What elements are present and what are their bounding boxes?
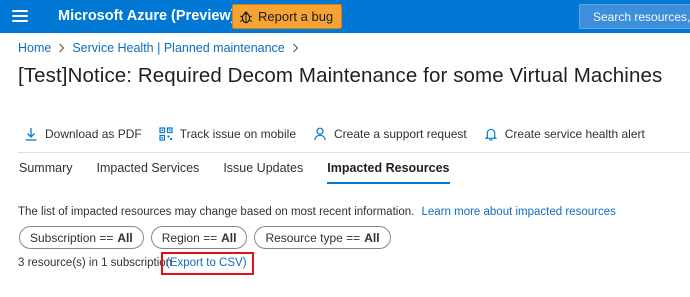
qr-code-icon — [159, 127, 173, 141]
download-icon — [25, 128, 37, 141]
learn-more-link[interactable]: Learn more about impacted resources — [422, 206, 616, 218]
top-bar: Microsoft Azure (Preview) Report a bug — [0, 0, 690, 33]
download-pdf-label: Download as PDF — [45, 127, 142, 141]
health-alert-label: Create service health alert — [504, 127, 645, 141]
track-mobile-button[interactable]: Track issue on mobile — [159, 127, 296, 141]
command-bar: Download as PDF Track issue on mobile Cr… — [24, 127, 662, 141]
filter-resource-type-label: Resource type == — [265, 230, 361, 245]
filter-region-label: Region == — [161, 230, 218, 245]
search-input[interactable] — [593, 9, 690, 24]
filter-pills: Subscription == All Region == All Resour… — [19, 226, 391, 249]
tab-bar: Summary Impacted Services Issue Updates … — [19, 161, 474, 184]
tab-impacted-resources[interactable]: Impacted Resources — [327, 161, 450, 184]
breadcrumb-home[interactable]: Home — [18, 41, 51, 55]
tabs-divider — [18, 152, 690, 153]
global-search[interactable] — [579, 4, 690, 29]
person-icon — [314, 127, 326, 141]
report-bug-button[interactable]: Report a bug — [232, 4, 343, 29]
breadcrumb: Home Service Health | Planned maintenanc… — [18, 41, 306, 55]
export-csv-link[interactable]: (Export to CSV) — [166, 257, 247, 269]
bell-icon — [484, 128, 497, 141]
filter-subscription-label: Subscription == — [30, 230, 114, 245]
info-text: The list of impacted resources may chang… — [18, 206, 616, 218]
report-bug-label: Report a bug — [258, 9, 334, 24]
brand-title[interactable]: Microsoft Azure (Preview) — [58, 8, 236, 24]
filter-subscription[interactable]: Subscription == All — [19, 226, 144, 249]
bug-icon — [239, 11, 253, 23]
chevron-right-icon — [292, 43, 299, 53]
resource-count: 3 resource(s) in 1 subscription — [18, 257, 173, 269]
info-message: The list of impacted resources may chang… — [18, 206, 415, 218]
menu-icon[interactable] — [12, 9, 28, 23]
filter-resource-type-value: All — [364, 230, 380, 245]
tab-impacted-services[interactable]: Impacted Services — [96, 161, 199, 184]
health-alert-button[interactable]: Create service health alert — [484, 127, 645, 141]
download-pdf-button[interactable]: Download as PDF — [24, 127, 142, 141]
filter-subscription-value: All — [117, 230, 133, 245]
support-request-button[interactable]: Create a support request — [313, 127, 467, 141]
filter-region[interactable]: Region == All — [150, 226, 248, 249]
filter-region-value: All — [221, 230, 237, 245]
breadcrumb-service-health[interactable]: Service Health | Planned maintenance — [72, 41, 284, 55]
tab-summary[interactable]: Summary — [19, 161, 72, 184]
chevron-right-icon — [58, 43, 65, 53]
filter-resource-type[interactable]: Resource type == All — [254, 226, 391, 249]
support-request-label: Create a support request — [334, 127, 467, 141]
page-title: [Test]Notice: Required Decom Maintenance… — [18, 64, 663, 87]
tab-issue-updates[interactable]: Issue Updates — [223, 161, 303, 184]
track-mobile-label: Track issue on mobile — [179, 127, 296, 141]
